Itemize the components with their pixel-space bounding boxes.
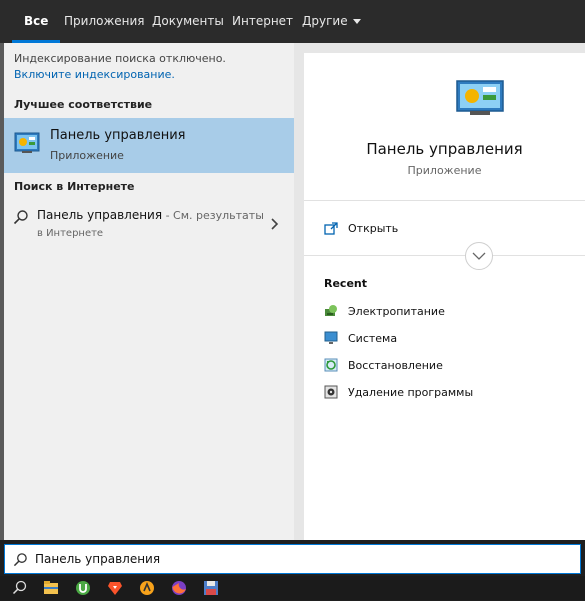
search-input[interactable] bbox=[35, 548, 555, 570]
preview-title: Панель управления bbox=[366, 140, 523, 158]
control-panel-icon bbox=[14, 132, 40, 153]
recent-item-uninstall[interactable]: Удаление программы bbox=[324, 383, 574, 403]
control-panel-large-icon bbox=[456, 80, 504, 115]
recent-item-recovery[interactable]: Восстановление bbox=[324, 356, 574, 376]
recent-label: Удаление программы bbox=[348, 386, 474, 399]
search-icon bbox=[13, 553, 27, 567]
web-search-result[interactable]: Панель управления - См. результаты в Инт… bbox=[4, 201, 294, 246]
open-icon bbox=[324, 222, 338, 235]
open-label: Открыть bbox=[348, 222, 399, 235]
search-icon bbox=[12, 580, 27, 595]
system-icon bbox=[324, 331, 338, 344]
preview-gap-top bbox=[294, 43, 585, 53]
best-match-heading: Лучшее соответствие bbox=[14, 98, 153, 111]
preview-gap-left bbox=[294, 43, 304, 540]
chevron-down-icon bbox=[472, 252, 486, 260]
search-box[interactable] bbox=[4, 544, 581, 574]
taskbar-search-button[interactable] bbox=[8, 578, 30, 598]
tab-web[interactable]: Интернет bbox=[232, 0, 293, 43]
results-pane: Индексирование поиска отключено. Включит… bbox=[4, 43, 294, 540]
chevron-right-icon[interactable] bbox=[270, 217, 280, 231]
web-result-suffix: - См. результаты bbox=[162, 209, 264, 222]
actions-divider bbox=[304, 255, 585, 256]
best-match-subtitle: Приложение bbox=[50, 149, 124, 162]
tab-documents[interactable]: Документы bbox=[152, 0, 224, 43]
tab-more-label: Другие bbox=[302, 14, 348, 28]
taskbar bbox=[0, 576, 585, 600]
taskbar-firefox[interactable] bbox=[168, 578, 190, 598]
uninstall-program-icon bbox=[324, 385, 338, 399]
preview-subtitle: Приложение bbox=[407, 164, 482, 177]
web-search-heading: Поиск в Интернете bbox=[14, 180, 135, 193]
indexing-disabled-note: Индексирование поиска отключено. bbox=[14, 52, 226, 65]
floppy-icon bbox=[204, 581, 218, 595]
tab-more[interactable]: Другие bbox=[302, 0, 361, 43]
power-options-icon bbox=[325, 305, 337, 316]
tab-all[interactable]: Все bbox=[11, 0, 62, 43]
web-result-query: Панель управления bbox=[37, 208, 163, 222]
recent-item-power[interactable]: Электропитание bbox=[324, 302, 574, 322]
open-action[interactable]: Открыть bbox=[324, 220, 574, 240]
taskbar-brave[interactable] bbox=[104, 578, 126, 598]
caret-down-icon bbox=[352, 19, 361, 24]
recent-label: Система bbox=[348, 332, 398, 345]
best-match-title: Панель управления bbox=[50, 128, 186, 143]
utorrent-icon bbox=[76, 581, 90, 595]
taskbar-file-explorer[interactable] bbox=[40, 578, 62, 598]
avast-icon bbox=[140, 581, 154, 595]
search-icon bbox=[13, 210, 28, 225]
recent-label: Электропитание bbox=[348, 305, 445, 318]
recovery-icon bbox=[324, 358, 338, 372]
taskbar-avast[interactable] bbox=[136, 578, 158, 598]
taskbar-floppy-app[interactable] bbox=[200, 578, 222, 598]
web-result-title: Панель управления - См. результаты bbox=[37, 208, 264, 222]
recent-item-system[interactable]: Система bbox=[324, 329, 574, 349]
enable-indexing-link[interactable]: Включите индексирование. bbox=[14, 68, 175, 81]
recent-label: Восстановление bbox=[348, 359, 443, 372]
filter-tab-bar: Все Приложения Документы Интернет Другие bbox=[0, 0, 585, 43]
file-explorer-icon bbox=[44, 581, 58, 594]
taskbar-utorrent[interactable] bbox=[72, 578, 94, 598]
tab-apps[interactable]: Приложения bbox=[64, 0, 145, 43]
best-match-item[interactable]: Панель управления Приложение bbox=[4, 118, 294, 173]
web-result-subtitle: в Интернете bbox=[37, 228, 104, 239]
expand-button[interactable] bbox=[465, 242, 493, 270]
recent-heading: Recent bbox=[324, 277, 368, 290]
preview-pane: Панель управления Приложение Открыть Rec… bbox=[304, 53, 585, 540]
brave-icon bbox=[108, 582, 122, 595]
preview-divider bbox=[304, 200, 585, 201]
firefox-icon bbox=[172, 581, 186, 595]
